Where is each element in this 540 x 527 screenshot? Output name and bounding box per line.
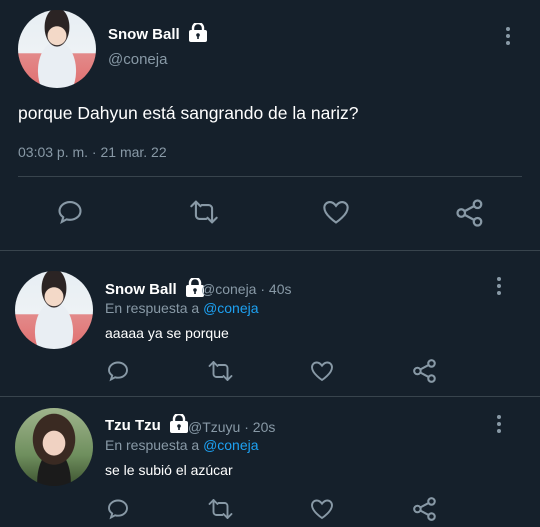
like-icon[interactable]	[322, 199, 350, 230]
author-name[interactable]: Snow Ball	[108, 21, 208, 47]
author-name[interactable]: Snow Ball	[105, 276, 205, 302]
divider	[18, 176, 522, 177]
like-icon[interactable]	[310, 360, 334, 387]
share-icon[interactable]	[455, 198, 485, 233]
reply-icon[interactable]	[106, 497, 130, 526]
timestamp[interactable]: 03:03 p. m. · 21 mar. 22	[18, 144, 167, 160]
more-options-icon[interactable]	[506, 27, 510, 48]
author-handle[interactable]: @coneja	[108, 51, 167, 68]
reply-to-prefix: En respuesta a	[105, 437, 200, 453]
more-options-icon[interactable]	[497, 277, 501, 298]
avatar[interactable]	[18, 10, 96, 88]
reply-text: se le subió el azúcar	[105, 462, 233, 478]
main-tweet: Snow Ball @coneja porque Dahyun está san…	[0, 0, 540, 251]
reply-to-line: En respuesta a @coneja	[105, 437, 259, 453]
reply-to-handle-link[interactable]: @coneja	[203, 437, 258, 453]
reply-text: aaaaa ya se porque	[105, 325, 229, 341]
retweet-icon[interactable]	[207, 359, 234, 388]
like-icon[interactable]	[310, 498, 334, 525]
reply-tweet[interactable]: Tzu Tzu @Tzuyu · 20s En respuesta a @con…	[0, 397, 540, 527]
author-handle-time[interactable]: @Tzuyu · 20s	[188, 419, 275, 435]
avatar[interactable]	[15, 271, 93, 349]
author-handle-time[interactable]: @coneja · 40s	[201, 281, 291, 297]
display-name: Tzu Tzu	[105, 416, 161, 434]
retweet-icon[interactable]	[207, 497, 234, 526]
lock-icon	[188, 21, 208, 47]
reply-icon[interactable]	[106, 359, 130, 388]
share-icon[interactable]	[412, 358, 438, 389]
more-options-icon[interactable]	[497, 415, 501, 436]
author-name[interactable]: Tzu Tzu	[105, 412, 189, 438]
reply-to-line: En respuesta a @coneja	[105, 300, 259, 316]
reply-to-prefix: En respuesta a	[105, 300, 200, 316]
display-name: Snow Ball	[105, 280, 177, 298]
tweet-text: porque Dahyun está sangrando de la nariz…	[18, 103, 359, 123]
display-name: Snow Ball	[108, 25, 180, 43]
retweet-icon[interactable]	[189, 198, 219, 231]
avatar[interactable]	[15, 408, 93, 486]
reply-icon[interactable]	[56, 198, 84, 231]
reply-tweet[interactable]: Snow Ball @coneja · 40s En respuesta a @…	[0, 251, 540, 395]
share-icon[interactable]	[412, 496, 438, 527]
reply-to-handle-link[interactable]: @coneja	[203, 300, 258, 316]
lock-icon	[169, 412, 189, 438]
